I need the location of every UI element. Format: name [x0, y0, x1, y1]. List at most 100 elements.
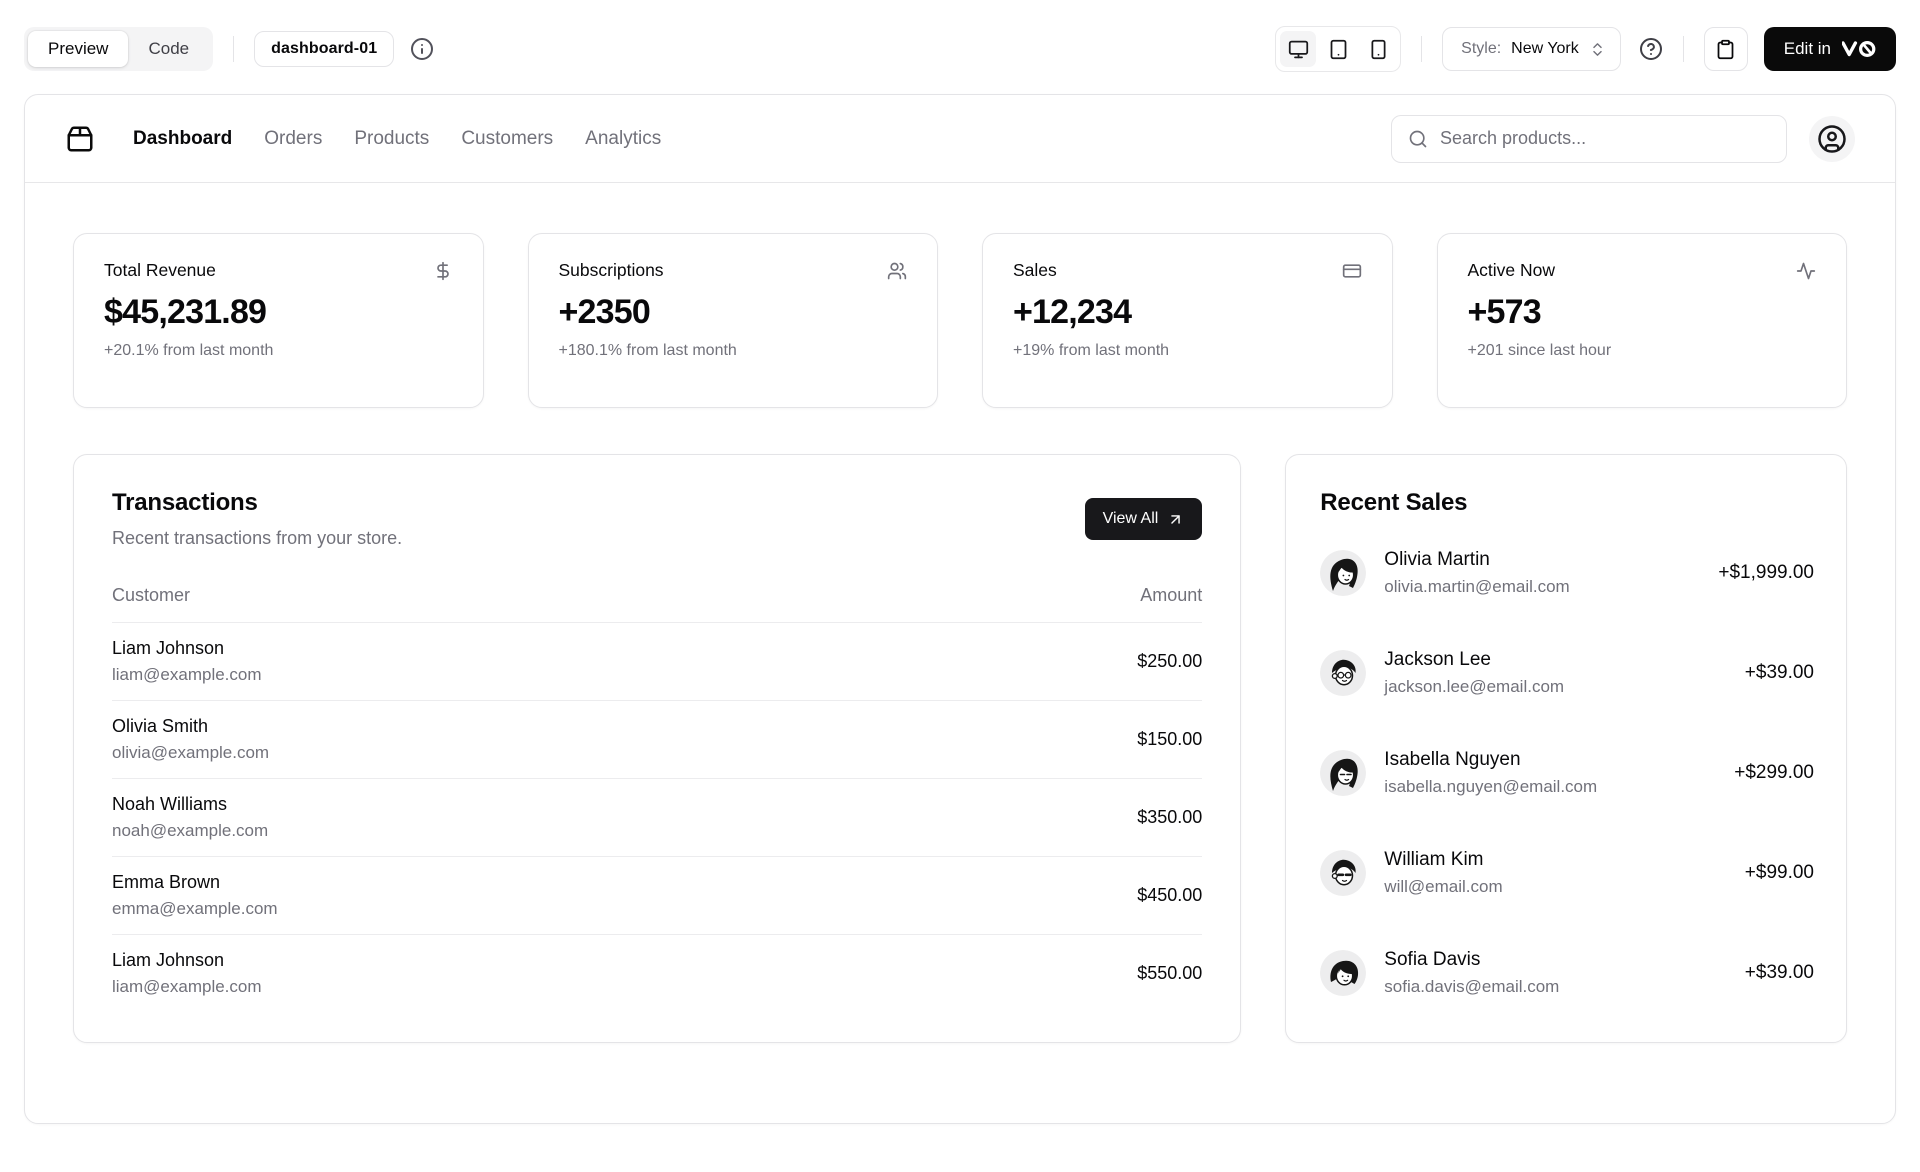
recent-sales-card: Recent Sales Olivia Martin olivia.martin…	[1285, 454, 1847, 1043]
nav-item-customers[interactable]: Customers	[461, 128, 553, 150]
stat-card-subscriptions: Subscriptions +2350 +180.1% from last mo…	[528, 233, 939, 408]
stat-change: +19% from last month	[1013, 342, 1362, 360]
sale-customer-email: jackson.lee@email.com	[1384, 677, 1564, 697]
sale-customer-name: Jackson Lee	[1384, 649, 1564, 671]
recent-sales-title: Recent Sales	[1320, 489, 1814, 517]
block-toolbar: Preview Code dashboard-01 Style: New Yor…	[0, 0, 1920, 94]
activity-icon	[1796, 261, 1816, 281]
chevrons-up-down-icon	[1589, 41, 1606, 58]
avatar	[1320, 750, 1366, 796]
sale-amount: +$1,999.00	[1718, 562, 1814, 584]
customer-name: Noah Williams	[112, 794, 895, 815]
toolbar-right: Style: New York Edit in	[1275, 26, 1896, 72]
view-all-label: View All	[1103, 510, 1159, 528]
table-row[interactable]: Noah Williams noah@example.com $350.00	[112, 779, 1202, 857]
customer-name: Emma Brown	[112, 872, 895, 893]
credit-card-icon	[1342, 261, 1362, 281]
help-icon[interactable]	[1639, 37, 1663, 61]
transaction-amount: $250.00	[895, 623, 1203, 701]
list-item[interactable]: Isabella Nguyen isabella.nguyen@email.co…	[1320, 749, 1814, 797]
table-row[interactable]: Liam Johnson liam@example.com $250.00	[112, 623, 1202, 701]
stat-card-active-now: Active Now +573 +201 since last hour	[1437, 233, 1848, 408]
stat-change: +201 since last hour	[1468, 342, 1817, 360]
customer-email: olivia@example.com	[112, 743, 895, 763]
sale-customer-name: William Kim	[1384, 849, 1502, 871]
info-icon[interactable]	[410, 37, 434, 61]
stat-title: Sales	[1013, 260, 1057, 281]
style-select-value: New York	[1511, 40, 1579, 58]
stat-title: Active Now	[1468, 260, 1556, 281]
stat-card-sales: Sales +12,234 +19% from last month	[982, 233, 1393, 408]
customer-email: noah@example.com	[112, 821, 895, 841]
search-input[interactable]	[1440, 128, 1770, 149]
list-item[interactable]: Sofia Davis sofia.davis@email.com +$39.0…	[1320, 949, 1814, 997]
avatar	[1320, 850, 1366, 896]
navbar-right	[1391, 115, 1855, 163]
style-select[interactable]: Style: New York	[1442, 27, 1621, 71]
toolbar-divider	[233, 36, 234, 62]
list-item[interactable]: Olivia Martin olivia.martin@email.com +$…	[1320, 549, 1814, 597]
circle-user-icon	[1817, 124, 1847, 154]
sale-customer-name: Isabella Nguyen	[1384, 749, 1597, 771]
user-menu-button[interactable]	[1809, 116, 1855, 162]
search-icon	[1408, 129, 1428, 149]
column-header-amount: Amount	[895, 585, 1203, 623]
edit-in-v0-button[interactable]: Edit in	[1764, 27, 1896, 71]
clipboard-icon	[1715, 39, 1736, 60]
tab-code[interactable]: Code	[128, 31, 209, 67]
customer-name: Olivia Smith	[112, 716, 895, 737]
tablet-icon	[1328, 39, 1349, 60]
tablet-view-button[interactable]	[1320, 31, 1356, 67]
list-item[interactable]: William Kim will@email.com +$99.00	[1320, 849, 1814, 897]
view-all-button[interactable]: View All	[1085, 498, 1203, 540]
dollar-sign-icon	[433, 261, 453, 281]
customer-email: emma@example.com	[112, 899, 895, 919]
nav-item-orders[interactable]: Orders	[264, 128, 322, 150]
stat-value: $45,231.89	[104, 293, 453, 332]
toolbar-left: Preview Code dashboard-01	[24, 27, 434, 71]
mobile-view-button[interactable]	[1360, 31, 1396, 67]
sale-amount: +$39.00	[1745, 662, 1814, 684]
sale-customer-email: sofia.davis@email.com	[1384, 977, 1559, 997]
nav-item-dashboard[interactable]: Dashboard	[133, 128, 232, 150]
copy-code-button[interactable]	[1704, 27, 1748, 71]
table-row[interactable]: Olivia Smith olivia@example.com $150.00	[112, 701, 1202, 779]
transactions-card: Transactions Recent transactions from yo…	[73, 454, 1241, 1043]
sale-customer-email: olivia.martin@email.com	[1384, 577, 1569, 597]
nav-links: Dashboard Orders Products Customers Anal…	[133, 128, 661, 150]
package-logo-icon[interactable]	[65, 124, 95, 154]
avatar	[1320, 650, 1366, 696]
block-name-badge: dashboard-01	[254, 31, 394, 67]
table-row[interactable]: Liam Johnson liam@example.com $550.00	[112, 935, 1202, 1013]
viewport-toggle-group	[1275, 26, 1401, 72]
edit-in-label: Edit in	[1784, 39, 1831, 59]
transactions-description: Recent transactions from your store.	[112, 528, 402, 549]
v0-logo-icon	[1842, 41, 1876, 57]
view-tab-group: Preview Code	[24, 27, 213, 71]
toolbar-divider	[1683, 36, 1684, 62]
desktop-view-button[interactable]	[1280, 31, 1316, 67]
transaction-amount: $350.00	[895, 779, 1203, 857]
transactions-title: Transactions	[112, 489, 402, 517]
column-header-customer: Customer	[112, 585, 895, 623]
table-row[interactable]: Emma Brown emma@example.com $450.00	[112, 857, 1202, 935]
stat-title: Subscriptions	[559, 260, 664, 281]
customer-name: Liam Johnson	[112, 950, 895, 971]
nav-item-products[interactable]: Products	[354, 128, 429, 150]
list-item[interactable]: Jackson Lee jackson.lee@email.com +$39.0…	[1320, 649, 1814, 697]
sale-amount: +$299.00	[1734, 762, 1814, 784]
transaction-amount: $450.00	[895, 857, 1203, 935]
sale-customer-name: Sofia Davis	[1384, 949, 1559, 971]
stat-cards-row: Total Revenue $45,231.89 +20.1% from las…	[73, 233, 1847, 408]
sale-customer-email: isabella.nguyen@email.com	[1384, 777, 1597, 797]
stat-value: +2350	[559, 293, 908, 332]
nav-item-analytics[interactable]: Analytics	[585, 128, 661, 150]
recent-sales-list: Olivia Martin olivia.martin@email.com +$…	[1320, 549, 1814, 997]
sale-amount: +$39.00	[1745, 962, 1814, 984]
sale-customer-name: Olivia Martin	[1384, 549, 1569, 571]
stat-card-total-revenue: Total Revenue $45,231.89 +20.1% from las…	[73, 233, 484, 408]
sale-amount: +$99.00	[1745, 862, 1814, 884]
tab-preview[interactable]: Preview	[28, 31, 128, 67]
transaction-amount: $550.00	[895, 935, 1203, 1013]
stat-title: Total Revenue	[104, 260, 216, 281]
